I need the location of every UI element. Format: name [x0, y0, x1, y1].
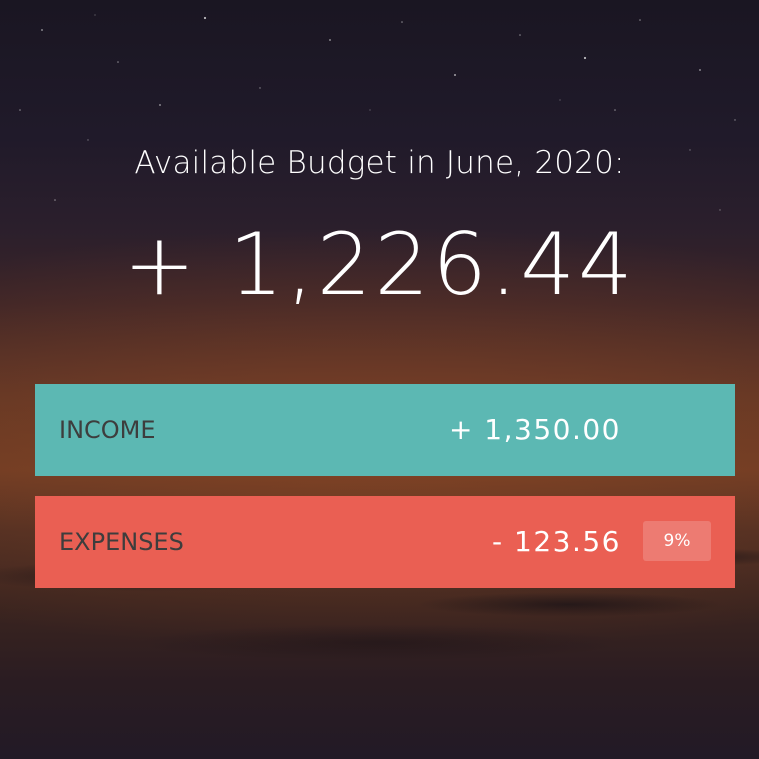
expenses-summary: EXPENSES - 123.56 9% — [35, 496, 735, 588]
expenses-percentage-badge: 9% — [643, 521, 711, 561]
expenses-value: - 123.56 — [492, 525, 621, 558]
expenses-label: EXPENSES — [59, 528, 184, 556]
income-label: INCOME — [59, 416, 156, 444]
budget-title: Available Budget in June, 2020: — [134, 145, 625, 181]
available-budget-value: + 1,226.44 — [123, 215, 636, 315]
income-summary: INCOME + 1,350.00 — [35, 384, 735, 476]
income-value: + 1,350.00 — [448, 413, 621, 446]
